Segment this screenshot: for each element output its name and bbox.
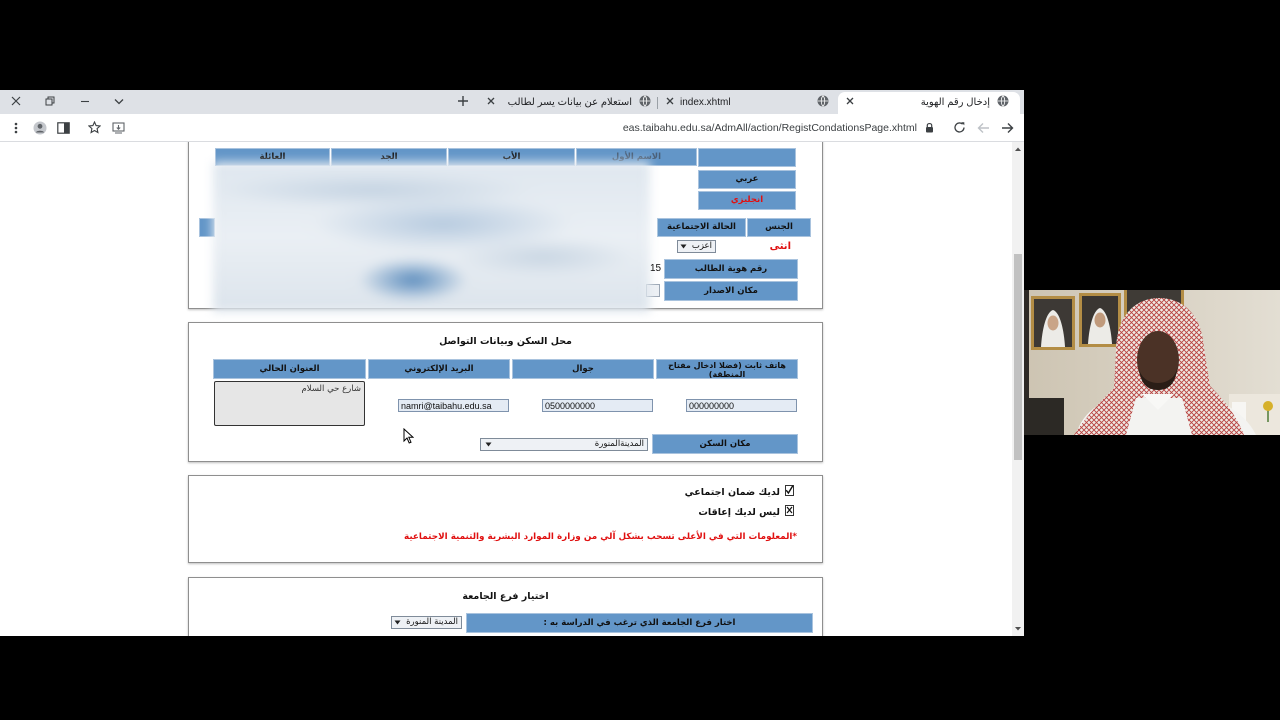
chevron-down-icon <box>680 244 687 249</box>
restore-icon[interactable] <box>45 96 55 106</box>
scrollbar-thumb[interactable] <box>1014 254 1022 460</box>
tab-enter-id-number[interactable]: إدخال رقم الهوية <box>838 92 1020 114</box>
portrait-frame-2 <box>1079 293 1121 347</box>
browser-toolbar: eas.taibahu.edu.sa/AdmAll/action/RegistC… <box>0 114 1024 142</box>
back-arrow-icon[interactable] <box>1001 122 1014 134</box>
scroll-down-arrow-icon[interactable] <box>1014 626 1022 632</box>
landline-header: هاتف ثابت (فضلا ادخال مفتاح المنطقة) <box>656 359 798 379</box>
residence-value: المدينةالمنورة <box>594 439 644 449</box>
cross-mark-icon <box>786 506 793 514</box>
residence-label: مكان السكن <box>652 434 798 454</box>
globe-icon <box>639 95 651 107</box>
globe-icon <box>997 95 1009 107</box>
chevron-down-icon[interactable] <box>114 98 124 105</box>
tab-separator <box>657 97 658 109</box>
minimize-icon[interactable] <box>80 96 90 106</box>
english-name-label: انجليزي <box>698 191 796 210</box>
menu-dots-icon[interactable] <box>14 122 18 134</box>
page-content: العائلة الجد الأب الاسم الأول عربي انجلي… <box>0 142 1012 636</box>
branch-value: المدينة المنورة <box>406 617 458 627</box>
mobile-header: جوال <box>512 359 654 379</box>
star-icon[interactable] <box>87 120 102 134</box>
email-header: البريد الإلكتروني <box>368 359 510 379</box>
new-tab-plus-icon[interactable] <box>458 96 468 106</box>
lock-icon[interactable] <box>925 122 934 133</box>
gender-value: انثى <box>769 241 791 252</box>
student-id-value-partial: 15 <box>650 263 662 274</box>
issue-place-label: مكان الاصدار <box>664 281 798 301</box>
page-scrollbar[interactable] <box>1012 142 1024 636</box>
gender-label: الجنس <box>747 218 811 237</box>
branch-select[interactable]: المدينة المنورة <box>391 616 462 629</box>
webcam-overlay <box>1024 290 1280 435</box>
social-security-checkbox[interactable] <box>785 485 794 496</box>
globe-icon <box>817 95 829 107</box>
branch-label: اختار فرع الجامعة الذي ترغب في الدراسة ب… <box>466 613 813 633</box>
tab-title: استعلام عن بيانات يسر لطالب <box>507 97 632 108</box>
header-empty-cell <box>698 148 796 167</box>
tab-title: إدخال رقم الهوية <box>920 97 990 108</box>
address-bar-url[interactable]: eas.taibahu.edu.sa/AdmAll/action/RegistC… <box>540 122 917 134</box>
reload-icon[interactable] <box>953 121 966 134</box>
check-mark-icon <box>785 485 794 495</box>
profile-icon[interactable] <box>33 121 47 135</box>
tab-close-icon[interactable] <box>846 97 854 105</box>
browser-window: استعلام عن بيانات يسر لطالب index.xhtml … <box>0 90 1024 636</box>
window-close-icon[interactable] <box>11 96 21 106</box>
chevron-down-icon <box>485 442 492 447</box>
redacted-blur-region <box>213 162 650 312</box>
forward-arrow-icon[interactable] <box>977 122 990 134</box>
chevron-down-icon <box>394 620 401 625</box>
tab-index[interactable]: index.xhtml <box>660 92 835 114</box>
student-id-label: رقم هوية الطالب <box>664 259 798 279</box>
portrait-frame-1 <box>1031 296 1075 350</box>
marital-status-value: اعزب <box>691 241 712 251</box>
branch-section-title: اختيار فرع الجامعة <box>462 591 549 602</box>
tab-close-icon[interactable] <box>487 97 495 105</box>
residence-select[interactable]: المدينةالمنورة <box>480 438 648 451</box>
marital-status-select[interactable]: اعزب <box>677 240 716 253</box>
tab-close-icon[interactable] <box>666 97 674 105</box>
landline-field[interactable] <box>686 399 797 412</box>
contact-section-title: محل السكن وبيانات التواصل <box>439 336 572 347</box>
disability-checkbox[interactable] <box>785 505 794 516</box>
sidebar-icon[interactable] <box>57 122 70 134</box>
disability-label: ليس لديك إعاقات <box>698 507 780 518</box>
tab-title: index.xhtml <box>680 97 731 108</box>
email-field[interactable] <box>398 399 509 412</box>
address-textarea[interactable]: شارع حي السلام <box>214 381 365 426</box>
mobile-field[interactable] <box>542 399 653 412</box>
scroll-up-arrow-icon[interactable] <box>1014 146 1022 152</box>
social-security-label: لديك ضمان اجتماعي <box>684 487 780 498</box>
app-install-icon[interactable] <box>112 122 125 134</box>
marital-status-label: الحالة الاجتماعية <box>657 218 746 237</box>
data-source-note: *المعلومات التي في الأعلى تسحب بشكل آلي … <box>404 532 797 542</box>
tab-strip: استعلام عن بيانات يسر لطالب index.xhtml … <box>0 90 1024 114</box>
tab-student-inquiry[interactable]: استعلام عن بيانات يسر لطالب <box>480 92 655 114</box>
mouse-cursor-icon <box>403 427 415 444</box>
arabic-name-label: عربي <box>698 170 796 189</box>
address-header: العنوان الحالي <box>213 359 366 379</box>
